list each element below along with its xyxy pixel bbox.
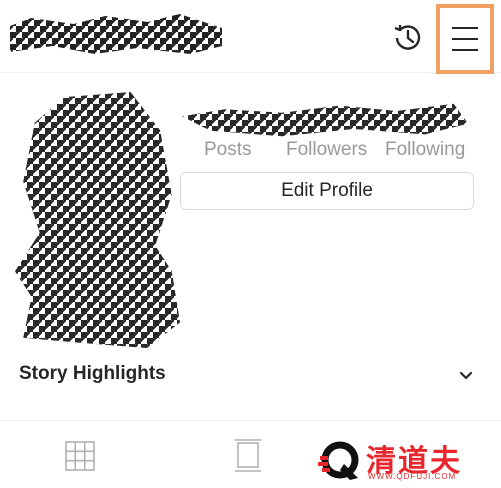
highlights-toggle[interactable] (456, 366, 476, 386)
hamburger-menu-icon (452, 27, 478, 51)
history-icon (394, 25, 421, 50)
feed-icon (235, 439, 261, 472)
watermark-logo-icon (318, 441, 359, 480)
grid-icon (65, 441, 95, 471)
watermark: 清道夫 WWW.QDFUJI.COM (318, 438, 496, 484)
watermark-url: WWW.QDFUJI.COM (368, 472, 457, 481)
chevron-down-icon (459, 371, 473, 380)
edit-profile-button[interactable]: Edit Profile (180, 172, 474, 210)
tab-divider (0, 420, 501, 421)
tab-grid[interactable] (60, 436, 100, 476)
menu-button[interactable] (436, 4, 494, 74)
stats-counts-redacted (182, 103, 468, 137)
history-button[interactable] (388, 18, 428, 58)
stat-following-label[interactable]: Following (385, 139, 465, 161)
stat-followers-label[interactable]: Followers (286, 139, 367, 161)
story-highlights-title: Story Highlights (19, 363, 166, 384)
avatar[interactable] (15, 92, 180, 348)
tab-feed[interactable] (228, 436, 268, 476)
stat-posts-label[interactable]: Posts (204, 139, 252, 161)
